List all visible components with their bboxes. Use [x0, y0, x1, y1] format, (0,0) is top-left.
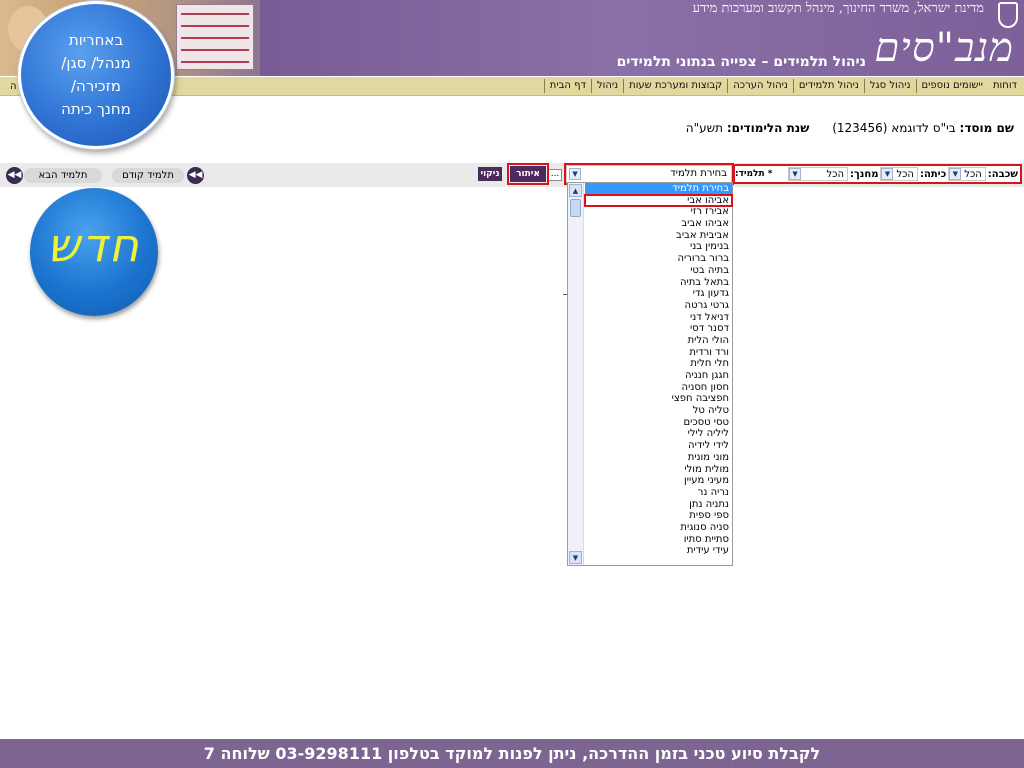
ministry-title: מדינת ישראל, משרד החינוך, מינהל תקשוב ומ…	[692, 1, 984, 16]
more-options-button[interactable]: ...	[548, 169, 562, 181]
bubble-line: מזכירה/	[71, 77, 121, 95]
student-option[interactable]: נתניה נתן	[585, 499, 732, 511]
student-option[interactable]: מוני מונית	[585, 452, 732, 464]
institute-name-value: בי"ס לדוגמא (123456)	[832, 121, 956, 135]
school-year-value: תשע"ה	[685, 121, 723, 135]
divider	[563, 294, 567, 295]
page-subtitle: ניהול תלמידים – צפייה בנתוני תלמידים	[616, 54, 866, 70]
student-options: בחירת תלמיד אביהו אבי אבירז רזי אביהו אביב א…	[584, 183, 733, 557]
student-option[interactable]: נריה נר	[585, 487, 732, 499]
bubble-line: באחריות	[68, 31, 124, 49]
institute-name-label: שם מוסד:	[959, 121, 1014, 135]
student-option[interactable]: אבירז רזי	[585, 206, 732, 218]
student-option[interactable]: חסון חסניה	[585, 382, 732, 394]
student-option[interactable]: לידי לידיה	[585, 440, 732, 452]
class-select[interactable]: הכל ▼	[880, 167, 918, 181]
student-option[interactable]: חלי חלית	[585, 358, 732, 370]
student-option[interactable]: ורד ורדית	[585, 347, 732, 359]
student-option[interactable]: גדעון גדי	[585, 288, 732, 300]
student-option[interactable]: בנימין בני	[585, 241, 732, 253]
nav-stub-text: ה	[10, 81, 17, 92]
student-option[interactable]: גרטי גרטה	[585, 300, 732, 312]
support-footer: לקבלת סיוע טכני בזמן ההדרכה, ניתן לפנות …	[0, 739, 1024, 768]
next-student-button[interactable]: תלמיד הבא	[24, 168, 102, 183]
student-option[interactable]: חפציבה חפצי	[585, 393, 732, 405]
scroll-down-icon[interactable]: ▼	[569, 551, 582, 564]
student-option[interactable]: טליה טל	[585, 405, 732, 417]
filters-highlight-box: שכבה: הכל ▼ כיתה: הכל ▼ מחנך: הכל ▼	[733, 164, 1022, 184]
student-option[interactable]: ליליה לילי	[585, 428, 732, 440]
student-option[interactable]: מעיני מעיין	[585, 475, 732, 487]
chevron-down-icon[interactable]: ▼	[569, 168, 581, 180]
grade-label: שכבה:	[987, 168, 1018, 180]
institute-info: שם מוסד: בי"ס לדוגמא (123456) שנת הלימוד…	[686, 121, 1014, 135]
bubble-line: מנהל/ סגן/	[61, 54, 131, 72]
student-select-value: בחירת תלמיד	[670, 168, 727, 179]
prev-student-button[interactable]: תלמיד קודם	[112, 168, 184, 183]
chevron-down-icon[interactable]: ▼	[881, 168, 894, 180]
student-option[interactable]: ספי ספית	[585, 510, 732, 522]
class-label: כיתה:	[919, 168, 947, 180]
responsibility-bubble: באחריות מנהל/ סגן/ מזכירה/ מחנך כיתה	[18, 1, 174, 149]
student-option[interactable]: דניאל דני	[585, 312, 732, 324]
filter-button[interactable]: איתור	[507, 163, 549, 185]
nav-home[interactable]: דף הבית	[543, 79, 591, 93]
nav-groups-schedule[interactable]: קבוצות ומערכת שעות	[623, 79, 727, 93]
scrollbar-thumb[interactable]	[570, 199, 581, 217]
nav-reports[interactable]: דוחות	[988, 79, 1022, 93]
new-badge: חדש	[30, 188, 158, 316]
nav-management[interactable]: ניהול	[590, 79, 623, 93]
grade-select[interactable]: הכל ▼	[948, 167, 986, 181]
nav-more-apps[interactable]: יישומים נוספים	[915, 79, 988, 93]
chevron-down-icon[interactable]: ▼	[789, 168, 802, 180]
filter-bar: שכבה: הכל ▼ כיתה: הכל ▼ מחנך: הכל ▼ * תל…	[0, 163, 1024, 187]
student-option[interactable]: עידי עידית	[585, 545, 732, 557]
class-value: הכל	[896, 168, 914, 180]
student-option[interactable]: דסנר דסי	[585, 323, 732, 335]
student-option[interactable]: סניה סנוגית	[585, 522, 732, 534]
app-logo: מנב"סים	[874, 25, 1014, 71]
scroll-up-icon[interactable]: ▲	[569, 184, 582, 197]
student-option[interactable]: הולי הלית	[585, 335, 732, 347]
student-option[interactable]: ברור ברוריה	[585, 253, 732, 265]
bubble-line: מחנך כיתה	[61, 100, 131, 118]
teacher-label: מחנך:	[850, 168, 879, 180]
student-option[interactable]: מולית מולי	[585, 464, 732, 476]
student-option[interactable]: אביבית אביב	[585, 230, 732, 242]
next-student-arrow-icon[interactable]: ◀◀	[6, 167, 23, 184]
student-label: * תלמיד:	[735, 169, 773, 179]
chevron-down-icon[interactable]: ▼	[949, 168, 962, 180]
student-option[interactable]: טסי טסכים	[585, 417, 732, 429]
student-option[interactable]: בתאל בתיה	[585, 277, 732, 289]
student-option[interactable]: אביהו אביב	[585, 218, 732, 230]
nav-staff[interactable]: ניהול סגל	[863, 79, 916, 93]
prev-student-arrow-icon[interactable]: ◀◀	[187, 167, 204, 184]
nav-students[interactable]: ניהול תלמידים	[792, 79, 864, 93]
nav-assessment[interactable]: ניהול הערכה	[727, 79, 793, 93]
student-dropdown-list[interactable]: ▲ ▼ בחירת תלמיד אביהו אבי אבירז רזי אביהו א…	[567, 182, 733, 566]
teacher-value: הכל	[826, 168, 845, 180]
new-badge-text: חדש	[47, 218, 141, 272]
teacher-select[interactable]: הכל ▼	[788, 167, 849, 181]
student-select[interactable]: בחירת תלמיד ▼	[564, 163, 734, 185]
dropdown-scrollbar[interactable]: ▲ ▼	[568, 183, 584, 565]
student-option[interactable]: אביהו אבי	[584, 193, 733, 208]
clear-button[interactable]: ניקוי	[478, 167, 502, 181]
student-option[interactable]: בתיה בטי	[585, 265, 732, 277]
school-year-label: שנת הלימודים:	[726, 121, 810, 135]
student-option[interactable]: חגגן חנניה	[585, 370, 732, 382]
grade-value: הכל	[964, 168, 982, 180]
student-option[interactable]: סתיית סתיו	[585, 534, 732, 546]
student-option[interactable]: בחירת תלמיד	[585, 183, 732, 195]
